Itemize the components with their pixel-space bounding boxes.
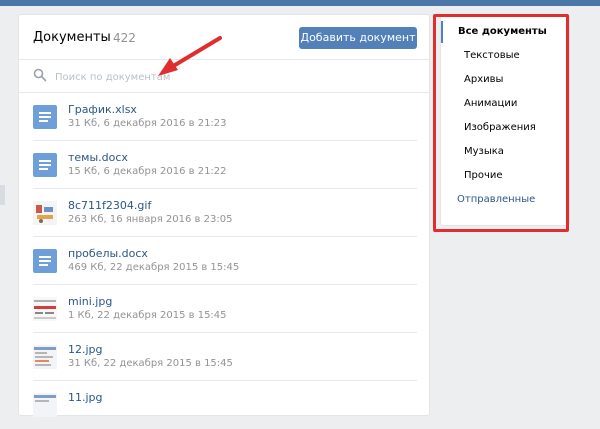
highlight-box <box>433 14 569 232</box>
document-meta: 31 Кб, 6 декабря 2016 в 21:23 <box>68 118 227 129</box>
document-name[interactable]: 11.jpg <box>68 391 103 404</box>
search-icon <box>33 68 47 82</box>
image-thumbnail <box>33 345 57 369</box>
image-thumbnail <box>33 297 57 321</box>
document-row[interactable]: 8c711f2304.gif 263 Кб, 16 января 2016 в … <box>19 189 429 237</box>
document-row[interactable]: 12.jpg 31 Кб, 22 декабря 2015 в 15:45 <box>19 333 429 381</box>
document-name[interactable]: 12.jpg <box>68 343 103 356</box>
add-document-button[interactable]: Добавить документ <box>299 27 417 49</box>
image-thumbnail <box>33 393 57 417</box>
document-name[interactable]: 8c711f2304.gif <box>68 199 151 212</box>
document-name[interactable]: пробелы.docx <box>68 247 148 260</box>
document-name[interactable]: График.xlsx <box>68 103 137 116</box>
left-sidebar-edge <box>0 185 5 205</box>
image-thumbnail <box>33 201 57 225</box>
document-icon <box>33 249 57 273</box>
page-title: Документы <box>33 30 111 45</box>
top-nav-bar <box>0 0 600 6</box>
document-meta: 31 Кб, 22 декабря 2015 в 15:45 <box>68 358 233 369</box>
document-icon <box>33 153 57 177</box>
document-name[interactable]: mini.jpg <box>68 295 112 308</box>
document-meta: 263 Кб, 16 января 2016 в 23:05 <box>68 214 233 225</box>
document-row[interactable]: темы.docx 15 Кб, 6 декабря 2016 в 21:22 <box>19 141 429 189</box>
document-meta: 15 Кб, 6 декабря 2016 в 21:22 <box>68 166 227 177</box>
document-meta: 469 Кб, 22 декабря 2015 в 15:45 <box>68 262 240 273</box>
document-meta: 1 Кб, 22 декабря 2015 в 15:45 <box>68 310 227 321</box>
document-row[interactable]: 11.jpg <box>19 381 429 429</box>
document-name[interactable]: темы.docx <box>68 151 128 164</box>
document-row[interactable]: пробелы.docx 469 Кб, 22 декабря 2015 в 1… <box>19 237 429 285</box>
documents-count: 422 <box>113 31 136 45</box>
document-row[interactable]: mini.jpg 1 Кб, 22 декабря 2015 в 15:45 <box>19 285 429 333</box>
red-arrow-annotation <box>158 36 222 76</box>
document-row[interactable]: График.xlsx 31 Кб, 6 декабря 2016 в 21:2… <box>19 93 429 141</box>
document-icon <box>33 105 57 129</box>
